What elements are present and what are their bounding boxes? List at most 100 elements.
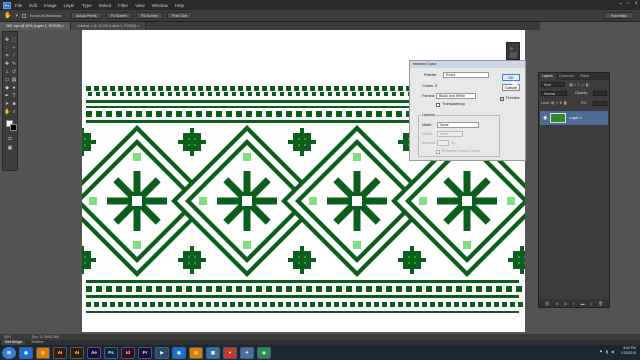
quick-mask-icon[interactable]: ◘ bbox=[7, 136, 13, 142]
border-stitch bbox=[102, 302, 107, 307]
folder-icon[interactable]: ▬ bbox=[581, 301, 585, 306]
tab-channels[interactable]: Channels bbox=[556, 73, 577, 80]
new-layer-icon[interactable]: ▯ bbox=[590, 301, 592, 306]
tab-layers[interactable]: Layers bbox=[539, 73, 556, 80]
hand-tool-icon[interactable]: ✋ bbox=[4, 109, 10, 115]
layer-row[interactable]: ◉ Layer 1 bbox=[540, 111, 608, 125]
preview-checkbox[interactable] bbox=[500, 96, 504, 102]
fill-screen-button[interactable]: Fill Screen bbox=[136, 12, 163, 19]
gradient-tool-icon[interactable]: ▤ bbox=[11, 77, 17, 83]
type-tool-icon[interactable]: T bbox=[11, 93, 17, 99]
fx-icon[interactable]: fx bbox=[555, 301, 558, 306]
lock-icons[interactable]: ▦ ✎ ✥ 🔒 bbox=[551, 101, 568, 105]
screen-mode-icon[interactable]: ▣ bbox=[7, 145, 13, 151]
zoom-tool-icon[interactable]: ⌕ bbox=[11, 109, 17, 115]
menu-view[interactable]: View bbox=[135, 3, 145, 8]
lasso-tool-icon[interactable]: ◌ bbox=[4, 45, 10, 51]
menu-select[interactable]: Select bbox=[99, 3, 112, 8]
background-color-swatch[interactable] bbox=[10, 124, 17, 131]
magic-wand-icon[interactable]: ✧ bbox=[11, 45, 17, 51]
menu-image[interactable]: Image bbox=[44, 3, 57, 8]
print-size-button[interactable]: Print Size bbox=[166, 12, 193, 19]
border-stitch bbox=[166, 111, 172, 117]
taskbar-app-icon[interactable]: ◎ bbox=[189, 346, 203, 359]
volume-icon[interactable]: ◀ bbox=[611, 349, 614, 354]
menu-edit[interactable]: Edit bbox=[29, 3, 37, 8]
maximize-icon[interactable]: ▫ bbox=[627, 1, 629, 7]
link-icon[interactable]: ⛓ bbox=[545, 301, 550, 306]
flag-icon[interactable]: ⚑ bbox=[599, 349, 603, 354]
menu-layer[interactable]: Layer bbox=[64, 3, 75, 8]
shape-tool-icon[interactable]: ■ bbox=[11, 101, 17, 107]
taskbar-app-icon[interactable]: ▶ bbox=[155, 346, 169, 359]
star-center bbox=[132, 196, 142, 206]
matte-select[interactable]: None bbox=[437, 122, 479, 128]
actual-pixels-button[interactable]: Actual Pixels bbox=[71, 12, 102, 19]
dodge-tool-icon[interactable]: ● bbox=[11, 85, 17, 91]
history-brush-icon[interactable]: ↺ bbox=[11, 69, 17, 75]
eraser-tool-icon[interactable]: ▭ bbox=[4, 77, 10, 83]
adjust-icon[interactable]: ◐ bbox=[572, 301, 574, 306]
taskbar-app-icon[interactable]: ✦ bbox=[240, 346, 254, 359]
tab-paths[interactable]: Paths bbox=[577, 73, 592, 80]
menu-window[interactable]: Window bbox=[152, 3, 168, 8]
transparency-checkbox[interactable] bbox=[436, 103, 440, 107]
taskbar-app-icon[interactable]: ▣ bbox=[206, 346, 220, 359]
taskbar-app-icon[interactable]: Ai bbox=[53, 346, 67, 359]
trash-icon[interactable]: 🗑 bbox=[598, 301, 603, 306]
forced-select[interactable]: Black and White bbox=[436, 93, 476, 99]
histogram-icon[interactable] bbox=[510, 52, 517, 58]
tab-document-2[interactable]: Untitled-1 @ 33.3% (Layer 1, RGB/8) × bbox=[70, 22, 147, 30]
taskbar-app-icon[interactable]: ● bbox=[223, 346, 237, 359]
taskbar-app-icon[interactable]: ◉ bbox=[19, 346, 33, 359]
clock[interactable]: 5:42 PM 1/22/2015 bbox=[621, 346, 636, 356]
network-icon[interactable]: ▮ bbox=[606, 349, 608, 354]
menu-type[interactable]: Type bbox=[82, 3, 92, 8]
menu-filter[interactable]: Filter bbox=[118, 3, 128, 8]
hand-tool-icon[interactable]: ✋ bbox=[4, 12, 11, 19]
move-tool-icon[interactable]: ✥ bbox=[4, 37, 10, 43]
tool-preset-icon[interactable]: ▾ bbox=[15, 13, 18, 19]
taskbar-app-icon[interactable]: Ai bbox=[70, 346, 84, 359]
menu-help[interactable]: Help bbox=[175, 3, 184, 8]
marquee-tool-icon[interactable]: ⬚ bbox=[11, 37, 17, 43]
border-stitch bbox=[368, 92, 372, 96]
brush-tool-icon[interactable]: ✎ bbox=[11, 61, 17, 67]
tab-document-1[interactable]: 283 .eps @ 50% (Layer 1, RGB/8) × bbox=[0, 22, 71, 30]
blend-mode-select[interactable]: Normal bbox=[541, 91, 567, 96]
taskbar-app-icon[interactable]: Pr bbox=[138, 346, 152, 359]
border-stitch bbox=[214, 302, 219, 307]
crop-tool-icon[interactable]: ⌗ bbox=[4, 53, 10, 59]
scroll-all-checkbox[interactable] bbox=[22, 13, 26, 18]
start-button[interactable]: ⊞ bbox=[2, 346, 16, 359]
taskbar-app-icon[interactable]: Id bbox=[121, 346, 135, 359]
border-stitch bbox=[270, 86, 275, 91]
border-line bbox=[86, 295, 519, 298]
minimize-icon[interactable]: – bbox=[619, 1, 622, 7]
workspace-select[interactable]: Essentials bbox=[603, 12, 634, 19]
taskbar-app-icon[interactable]: Ae bbox=[87, 346, 101, 359]
mask-icon[interactable]: ◘ bbox=[564, 301, 566, 306]
healing-brush-icon[interactable]: ✚ bbox=[4, 61, 10, 67]
border-stitch bbox=[136, 286, 142, 292]
path-select-icon[interactable]: ➤ bbox=[4, 101, 10, 107]
palette-select[interactable]: Exact bbox=[443, 72, 489, 78]
fit-screen-button[interactable]: Fit Screen bbox=[105, 12, 132, 19]
layer-filter-select[interactable]: Kind bbox=[541, 82, 565, 87]
blur-tool-icon[interactable]: ◆ bbox=[4, 85, 10, 91]
opacity-field[interactable] bbox=[593, 91, 607, 96]
zoom-readout[interactable]: 50% bbox=[4, 335, 11, 339]
taskbar-app-icon[interactable]: ◆ bbox=[257, 346, 271, 359]
eyedropper-tool-icon[interactable]: ⁄ bbox=[11, 53, 17, 59]
filter-icons[interactable]: ▦ ◐ T ▭ ◧ bbox=[569, 82, 590, 87]
eye-icon[interactable]: ◉ bbox=[543, 115, 547, 121]
pen-tool-icon[interactable]: ✒ bbox=[4, 93, 10, 99]
taskbar-app-icon[interactable]: ◉ bbox=[172, 346, 186, 359]
taskbar-app-icon[interactable]: ◎ bbox=[36, 346, 50, 359]
clone-stamp-icon[interactable]: ⊥ bbox=[4, 69, 10, 75]
fill-field[interactable] bbox=[593, 101, 607, 106]
collapsed-panel[interactable]: » bbox=[506, 42, 520, 60]
menu-file[interactable]: File bbox=[15, 3, 22, 8]
close-icon[interactable]: × bbox=[634, 1, 638, 7]
taskbar-app-icon[interactable]: Ps bbox=[104, 346, 118, 359]
